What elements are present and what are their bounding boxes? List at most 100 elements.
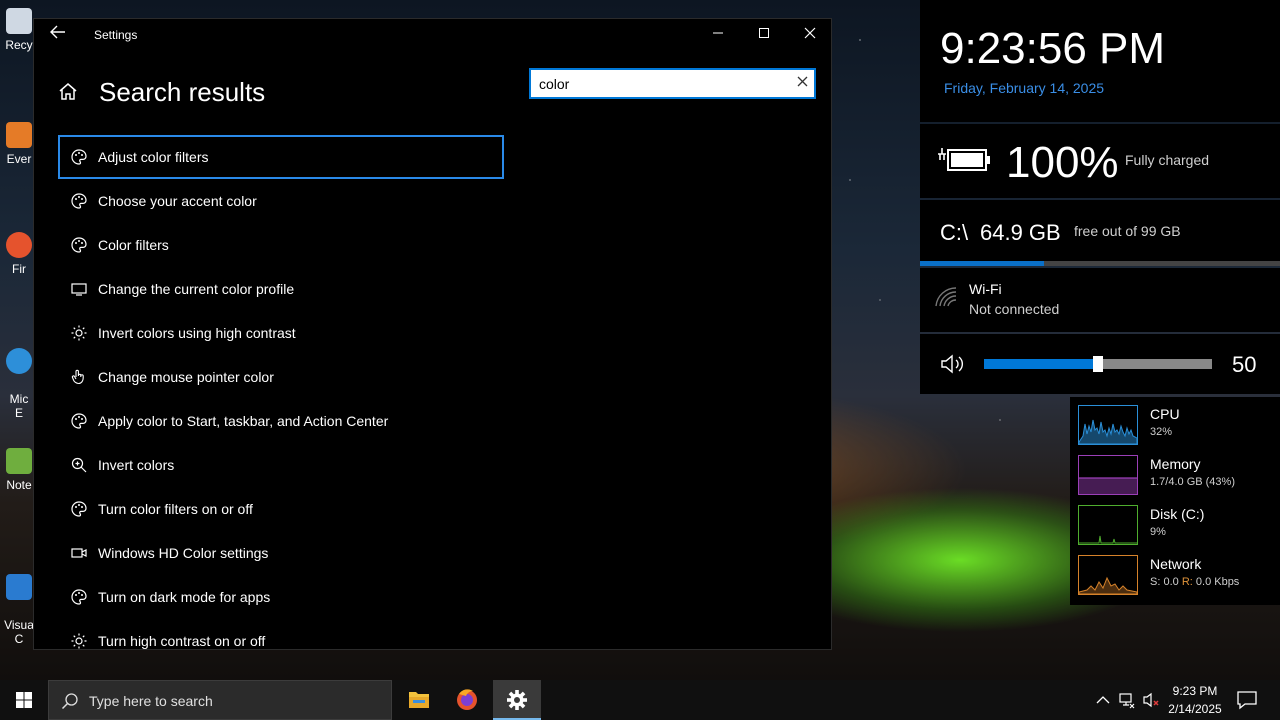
perf-row-disk: Disk (C:) 9%	[1078, 505, 1278, 547]
sun-icon	[70, 632, 88, 650]
palette-icon	[70, 588, 88, 606]
result-adjust-color-filters[interactable]: Adjust color filters	[58, 135, 504, 179]
memory-graph	[1078, 455, 1138, 495]
video-icon	[70, 544, 88, 562]
taskbar-file-explorer[interactable]	[395, 680, 443, 720]
result-color-filters[interactable]: Color filters	[58, 223, 504, 267]
desktop-icon-firefox[interactable]: Fir	[2, 232, 36, 276]
wifi-status: Not connected	[969, 301, 1060, 317]
result-dark-mode-for-apps[interactable]: Turn on dark mode for apps	[58, 575, 504, 619]
desktop-icon-notepad[interactable]: Note	[2, 448, 36, 492]
taskbar-settings[interactable]	[493, 680, 541, 720]
recycle-bin-icon	[6, 8, 32, 34]
disk-usage-bar	[920, 261, 1280, 266]
windows-logo-icon	[16, 692, 32, 708]
palette-icon	[70, 148, 88, 166]
desktop-icon-evernote[interactable]: Ever	[2, 122, 36, 166]
network-icon[interactable]	[1118, 691, 1136, 709]
back-button[interactable]	[46, 25, 70, 45]
tray-clock-time[interactable]: 9:23 PM	[1160, 684, 1230, 698]
result-change-mouse-pointer-color[interactable]: Change mouse pointer color	[58, 355, 504, 399]
volume-value: 50	[1232, 352, 1257, 377]
perf-name: Network	[1150, 556, 1202, 572]
notification-icon[interactable]	[1236, 690, 1258, 710]
maximize-button[interactable]	[741, 19, 787, 51]
clear-search-button[interactable]	[797, 74, 808, 91]
network-graph	[1078, 555, 1138, 595]
disk-drive-label: C:\	[940, 220, 969, 245]
magnifier-icon	[70, 456, 88, 474]
volume-slider[interactable]	[984, 356, 1212, 372]
search-input[interactable]	[539, 74, 779, 94]
taskbar-search-placeholder: Type here to search	[89, 693, 213, 709]
result-turn-color-filters-on-off[interactable]: Turn color filters on or off	[58, 487, 504, 531]
minimize-icon	[713, 32, 723, 34]
minimize-button[interactable]	[695, 19, 741, 51]
result-choose-accent-color[interactable]: Choose your accent color	[58, 179, 504, 223]
home-icon	[59, 83, 77, 100]
palette-icon	[70, 412, 88, 430]
result-label: Turn on dark mode for apps	[98, 589, 271, 605]
result-label: Invert colors using high contrast	[98, 325, 296, 341]
result-label: Change mouse pointer color	[98, 369, 274, 385]
desktop-icon-recycle-bin[interactable]: Recy	[2, 8, 36, 52]
result-label: Turn high contrast on or off	[98, 633, 266, 649]
start-button[interactable]	[0, 680, 48, 720]
disk-total-space: free out of 99 GB	[1074, 223, 1181, 239]
tray-clock-date[interactable]: 2/14/2025	[1160, 702, 1230, 716]
perf-value: 32%	[1150, 426, 1173, 438]
perf-name: Memory	[1150, 456, 1201, 472]
battery-widget: 100% Fully charged	[920, 124, 1280, 198]
net-send-value: 0.0	[1163, 576, 1179, 588]
evernote-icon	[6, 122, 32, 148]
home-button[interactable]	[58, 81, 78, 101]
settings-search-box[interactable]	[529, 68, 816, 99]
maximize-icon	[759, 28, 769, 38]
battery-charging-icon	[938, 148, 990, 171]
disk-widget: C:\ 64.9 GB free out of 99 GB	[920, 200, 1280, 266]
disk-free-space: 64.9 GB	[980, 220, 1061, 245]
perf-row-network: Network S: 0.0 R: 0.0 Kbps	[1078, 555, 1278, 597]
perf-row-memory: Memory 1.7/4.0 GB (43%)	[1078, 455, 1278, 497]
result-apply-color-start-taskbar[interactable]: Apply color to Start, taskbar, and Actio…	[58, 399, 504, 443]
volume-slider-thumb[interactable]	[1093, 356, 1103, 372]
close-button[interactable]	[787, 19, 833, 51]
result-label: Color filters	[98, 237, 169, 253]
result-windows-hd-color-settings[interactable]: Windows HD Color settings	[58, 531, 504, 575]
result-invert-colors[interactable]: Invert colors	[58, 443, 504, 487]
result-change-color-profile[interactable]: Change the current color profile	[58, 267, 504, 311]
taskbar-firefox[interactable]	[443, 680, 491, 720]
volume-slider-fill	[984, 359, 1098, 369]
clock-date: Friday, February 14, 2025	[944, 80, 1105, 96]
perf-name: Disk (C:)	[1150, 506, 1205, 522]
taskbar-search-box[interactable]: Type here to search	[48, 680, 392, 720]
close-icon	[797, 76, 808, 87]
sun-icon	[70, 324, 88, 342]
perf-value: 9%	[1150, 526, 1166, 538]
wifi-disconnected-icon	[935, 287, 957, 307]
net-receive-label: R:	[1181, 576, 1193, 588]
battery-status: Fully charged	[1125, 152, 1210, 168]
result-label: Apply color to Start, taskbar, and Actio…	[98, 413, 389, 429]
net-send-label: S:	[1150, 576, 1161, 588]
perf-value: S: 0.0 R: 0.0 Kbps	[1150, 576, 1239, 588]
wifi-widget[interactable]: Wi-Fi Not connected	[920, 268, 1280, 332]
chevron-up-icon[interactable]	[1094, 691, 1112, 709]
firefox-icon	[457, 689, 477, 710]
search-results-list: Adjust color filters Choose your accent …	[58, 135, 504, 663]
palette-icon	[70, 192, 88, 210]
desktop-icon-edge[interactable]: Mic E	[2, 334, 36, 420]
title-bar[interactable]: Settings	[34, 19, 831, 51]
result-invert-colors-high-contrast[interactable]: Invert colors using high contrast	[58, 311, 504, 355]
disk-usage-fill	[920, 261, 1045, 266]
speaker-muted-icon[interactable]	[1142, 691, 1160, 709]
settings-window: Settings Search results Adjust color fil…	[33, 18, 832, 650]
volume-widget: 50	[920, 334, 1280, 394]
vscode-icon	[6, 574, 32, 600]
clock-widget: 9:23:56 PM Friday, February 14, 2025	[920, 0, 1280, 122]
speaker-icon[interactable]	[940, 354, 966, 374]
desktop-icon-visual-studio-code[interactable]: Visua C	[2, 560, 36, 646]
result-high-contrast-on-off[interactable]: Turn high contrast on or off	[58, 619, 504, 663]
page-title: Search results	[99, 77, 266, 107]
disk-graph	[1078, 505, 1138, 545]
